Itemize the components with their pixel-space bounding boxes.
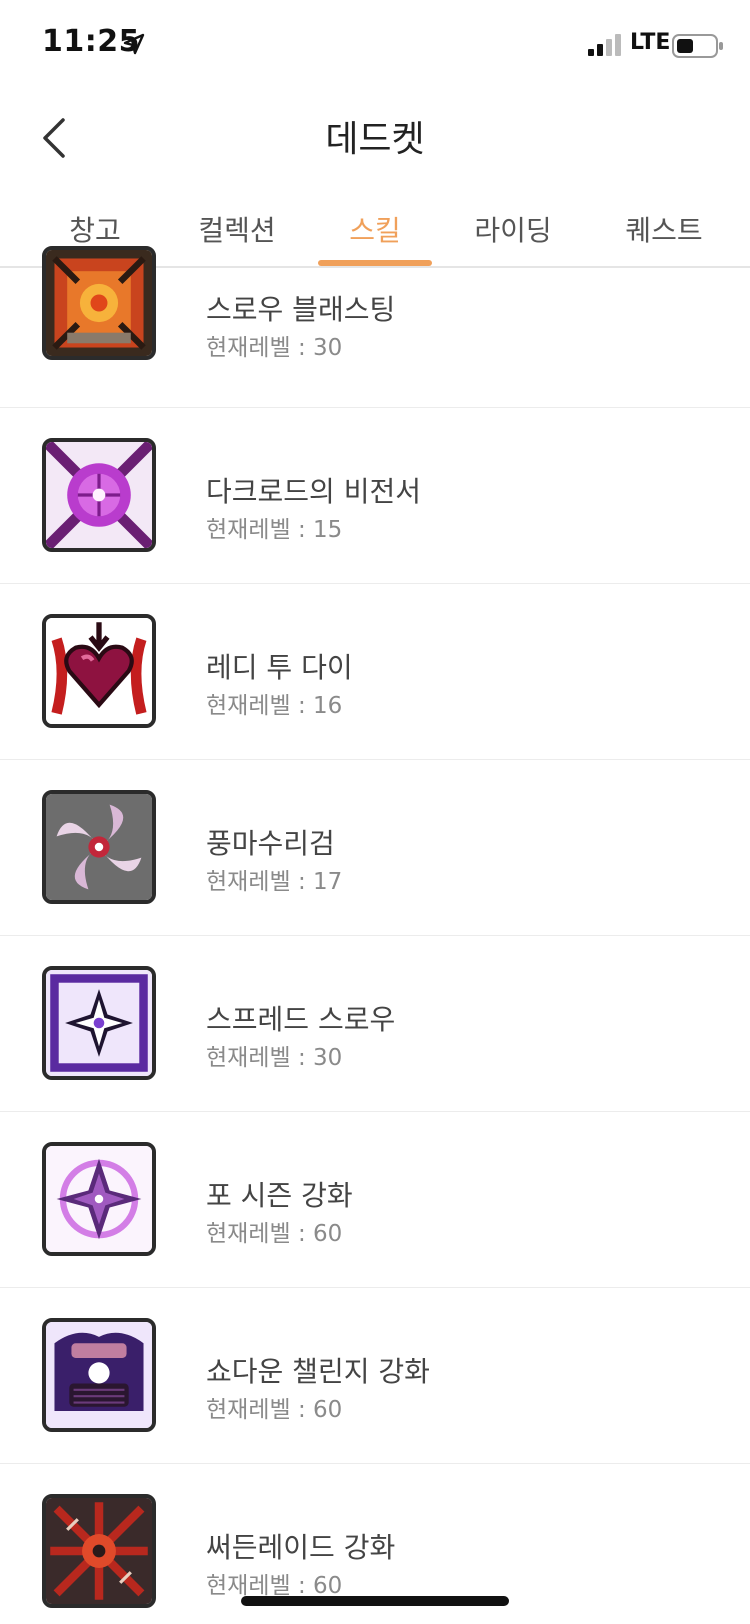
- skill-level: 현재레벨 : 16: [206, 693, 343, 719]
- windmill-shuriken-icon: [42, 790, 156, 904]
- skill-name: 레디 투 다이: [206, 651, 353, 684]
- skill-row[interactable]: 스프레드 스로우 현재레벨 : 30: [0, 936, 750, 1112]
- skill-level: 현재레벨 : 30: [206, 335, 343, 361]
- skill-name: 풍마수리검: [206, 827, 335, 860]
- skill-name: 쇼다운 챌린지 강화: [206, 1355, 430, 1388]
- showdown-challenge-icon: [42, 1318, 156, 1432]
- skill-level: 현재레벨 : 15: [206, 517, 343, 543]
- ready-to-die-icon: [42, 614, 156, 728]
- battery-icon: [672, 34, 723, 58]
- location-arrow-icon: [123, 33, 145, 55]
- skill-row[interactable]: 쇼다운 챌린지 강화 현재레벨 : 60: [0, 1288, 750, 1464]
- skill-level: 현재레벨 : 17: [206, 869, 343, 895]
- skill-row[interactable]: 풍마수리검 현재레벨 : 17: [0, 760, 750, 936]
- four-seasons-icon: [42, 1142, 156, 1256]
- skill-name: 스프레드 스로우: [206, 1003, 396, 1036]
- nav-bar: 데드켓: [0, 90, 750, 180]
- skill-name: 써든레이드 강화: [206, 1531, 396, 1564]
- throw-blasting-icon: [42, 246, 156, 360]
- skill-level: 현재레벨 : 30: [206, 1045, 343, 1071]
- skill-name: 스로우 블래스팅: [206, 293, 396, 326]
- skill-name: 포 시즌 강화: [206, 1179, 353, 1212]
- sudden-raid-icon: [42, 1494, 156, 1608]
- skill-row[interactable]: 레디 투 다이 현재레벨 : 16: [0, 584, 750, 760]
- darklord-secret-icon: [42, 438, 156, 552]
- page-title: 데드켓: [325, 119, 425, 160]
- spread-throw-icon: [42, 966, 156, 1080]
- network-label: LTE: [630, 30, 671, 55]
- signal-icon: [588, 34, 621, 56]
- skill-row[interactable]: 스로우 블래스팅 현재레벨 : 30: [0, 232, 750, 408]
- skill-level: 현재레벨 : 60: [206, 1397, 343, 1423]
- skill-row[interactable]: 포 시즌 강화 현재레벨 : 60: [0, 1112, 750, 1288]
- skill-name: 다크로드의 비전서: [206, 475, 421, 508]
- skill-row[interactable]: 다크로드의 비전서 현재레벨 : 15: [0, 408, 750, 584]
- status-bar: 11:25 LTE: [0, 0, 750, 90]
- skill-level: 현재레벨 : 60: [206, 1221, 343, 1247]
- skill-level: 현재레벨 : 60: [206, 1573, 343, 1599]
- home-indicator[interactable]: [241, 1596, 509, 1606]
